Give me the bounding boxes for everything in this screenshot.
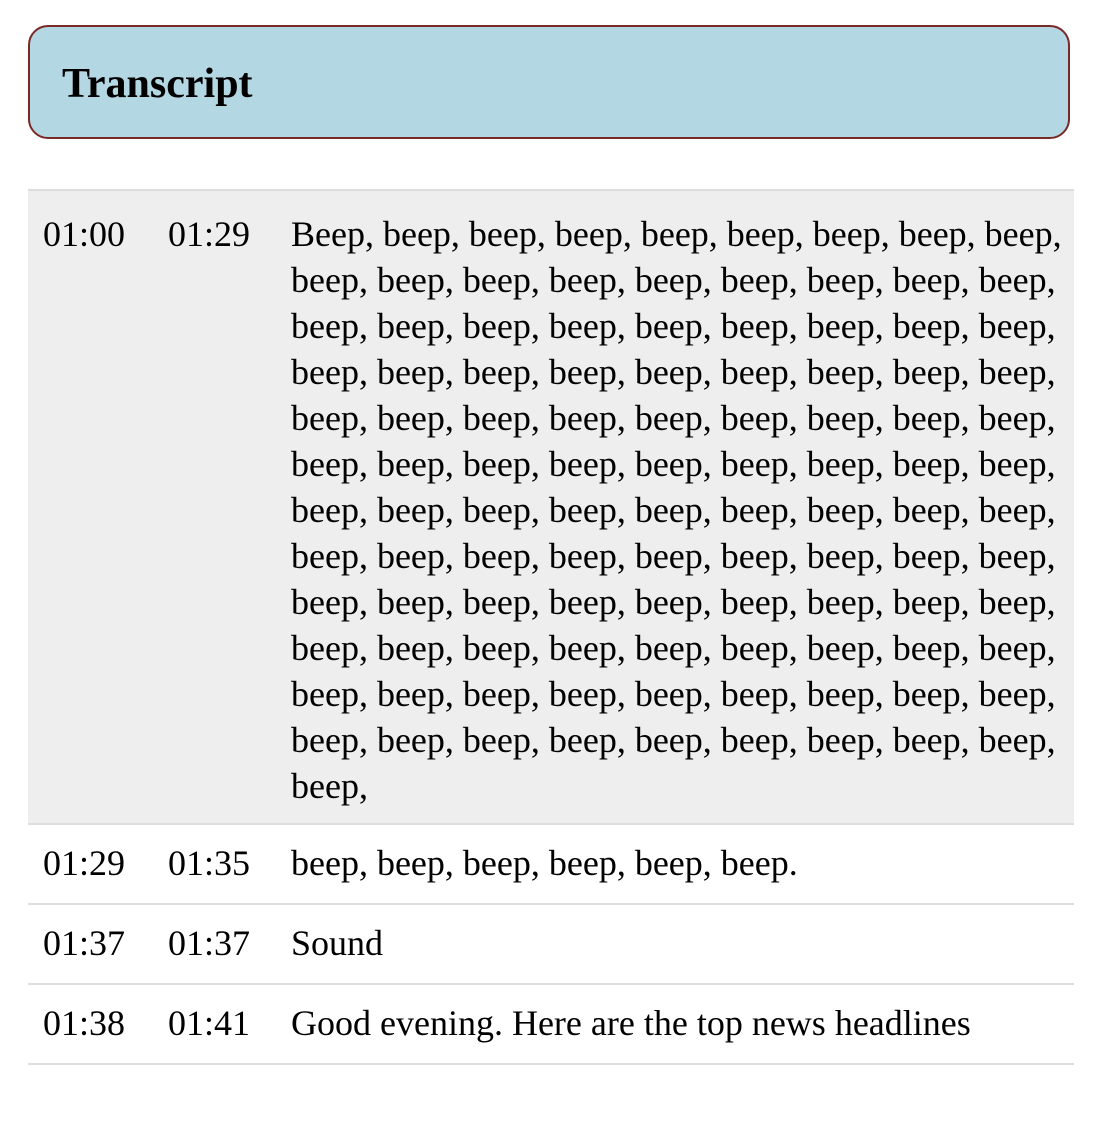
transcript-row[interactable]: 01:37 01:37 Sound xyxy=(28,904,1074,984)
cue-text: Beep, beep, beep, beep, beep, beep, beep… xyxy=(291,214,1062,806)
transcript-table: 01:00 01:29 Beep, beep, beep, beep, beep… xyxy=(28,189,1074,1065)
transcript-row[interactable]: 01:00 01:29 Beep, beep, beep, beep, beep… xyxy=(28,190,1074,824)
cue-start-time: 01:00 xyxy=(43,214,126,254)
cue-start-time: 01:38 xyxy=(43,1003,126,1043)
cue-end-time: 01:41 xyxy=(168,1003,251,1043)
transcript-row[interactable]: 01:29 01:35 beep, beep, beep, beep, beep… xyxy=(28,824,1074,904)
cue-text: Sound xyxy=(291,923,384,963)
cue-start-time: 01:37 xyxy=(43,923,126,963)
cue-text: beep, beep, beep, beep, beep, beep. xyxy=(291,843,798,883)
transcript-row[interactable]: 01:38 01:41 Good evening. Here are the t… xyxy=(28,984,1074,1064)
cue-end-time: 01:37 xyxy=(168,923,251,963)
cue-end-time: 01:35 xyxy=(168,843,251,883)
transcript-title: Transcript xyxy=(62,61,253,107)
cue-end-time: 01:29 xyxy=(168,214,251,254)
transcript-panel-header[interactable]: Transcript xyxy=(28,25,1070,139)
cue-start-time: 01:29 xyxy=(43,843,126,883)
cue-text: Good evening. Here are the top news head… xyxy=(291,1003,971,1043)
